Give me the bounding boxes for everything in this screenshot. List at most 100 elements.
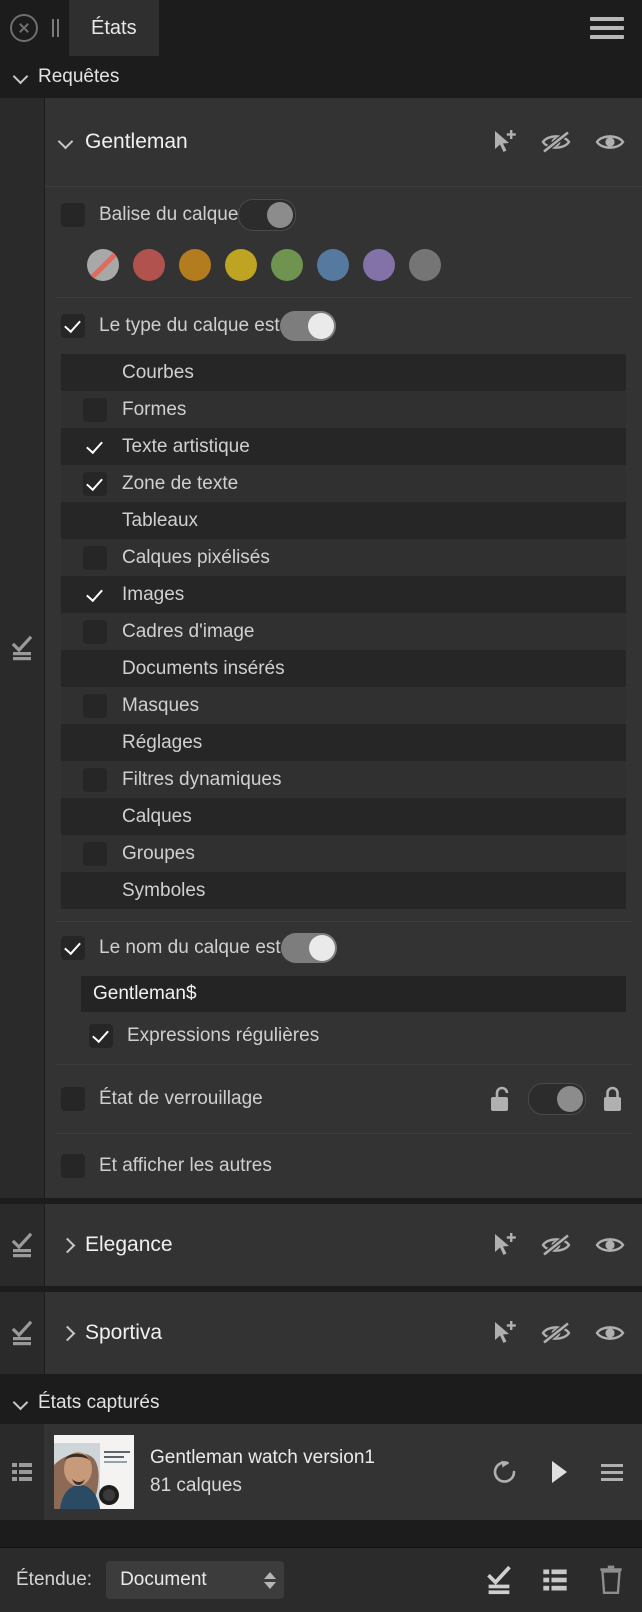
list-item[interactable]: Courbes (61, 354, 626, 391)
chevron-updown-icon[interactable] (264, 1571, 277, 1589)
swatch-red[interactable] (133, 249, 165, 281)
titlebar-left-controls (0, 0, 63, 56)
query-gutter-elegance[interactable] (0, 1204, 45, 1286)
menu-icon[interactable] (598, 1460, 626, 1484)
list-item[interactable]: Symboles (61, 872, 626, 909)
item-checkbox[interactable] (83, 878, 107, 903)
captured-state-subtitle: 81 calques (150, 1475, 242, 1496)
list-item[interactable]: Calques (61, 798, 626, 835)
list-item[interactable]: Zone de texte (61, 465, 626, 502)
captured-state-row[interactable]: Gentleman watch version1 81 calques (0, 1424, 642, 1520)
row-nom-du-calque: Le nom du calque est (45, 922, 642, 974)
unlock-icon[interactable] (488, 1085, 514, 1113)
lock-icon[interactable] (600, 1085, 626, 1113)
chevron-right-icon[interactable] (59, 1238, 73, 1252)
item-checkbox[interactable] (83, 471, 107, 496)
query-elegance: Elegance (0, 1204, 642, 1286)
afficher-autres-checkbox[interactable] (61, 1154, 85, 1178)
list-icon[interactable] (540, 1566, 570, 1594)
cursor-add-icon[interactable] (490, 128, 518, 156)
eye-visible-icon[interactable] (594, 1232, 626, 1258)
eye-hidden-icon[interactable] (540, 129, 572, 155)
item-checkbox[interactable] (83, 583, 107, 607)
panel-body: Gentleman Balise du calque Le type du ca… (0, 98, 642, 1547)
item-checkbox[interactable] (83, 508, 107, 533)
scope-label: Étendue: (16, 1569, 93, 1590)
titlebar-right-controls (590, 0, 642, 56)
swatch-purple[interactable] (363, 249, 395, 281)
nom-toggle[interactable] (280, 933, 337, 963)
pause-bars-icon[interactable] (48, 19, 63, 37)
balise-toggle[interactable] (238, 199, 297, 231)
scope-select[interactable]: Document (106, 1561, 285, 1599)
item-checkbox[interactable] (83, 767, 107, 792)
swatch-orange[interactable] (179, 249, 211, 281)
section-header-requetes[interactable]: Requêtes (0, 56, 642, 98)
list-icon (12, 1463, 32, 1481)
list-item[interactable]: Calques pixélisés (61, 539, 626, 576)
eye-hidden-icon[interactable] (540, 1320, 572, 1346)
row-etat-verrouillage: État de verrouillage (45, 1065, 642, 1133)
close-circle-icon[interactable] (10, 14, 38, 42)
query-header-icons (490, 128, 626, 156)
cursor-add-icon[interactable] (490, 1231, 518, 1259)
query-header-row[interactable]: Gentleman (45, 98, 642, 187)
restore-icon[interactable] (490, 1457, 520, 1487)
nom-checkbox[interactable] (61, 936, 85, 960)
layer-type-list: Courbes Formes Texte artistique Zone de … (61, 354, 626, 909)
item-checkbox[interactable] (83, 397, 107, 422)
query-gentleman-content: Gentleman Balise du calque Le type du ca… (45, 98, 642, 1198)
query-elegance-header[interactable]: Elegance (45, 1204, 642, 1286)
query-gutter-gentleman[interactable] (0, 98, 45, 1198)
item-checkbox[interactable] (83, 545, 107, 570)
item-checkbox[interactable] (83, 360, 107, 385)
list-item[interactable]: Formes (61, 391, 626, 428)
list-item[interactable]: Groupes (61, 835, 626, 872)
list-item[interactable]: Réglages (61, 724, 626, 761)
item-checkbox[interactable] (83, 435, 107, 459)
query-gutter-sportiva[interactable] (0, 1292, 45, 1374)
list-item[interactable]: Tableaux (61, 502, 626, 539)
list-item[interactable]: Images (61, 576, 626, 613)
balise-checkbox[interactable] (61, 203, 85, 227)
swatch-none[interactable] (87, 249, 119, 281)
chevron-down-icon[interactable] (59, 135, 73, 149)
play-icon[interactable] (546, 1458, 572, 1486)
item-checkbox[interactable] (83, 619, 107, 644)
captured-state-gutter[interactable] (0, 1424, 44, 1520)
verrouillage-toggle[interactable] (528, 1083, 586, 1115)
item-label: Réglages (122, 731, 203, 753)
list-item[interactable]: Cadres d'image (61, 613, 626, 650)
trash-icon[interactable] (596, 1564, 626, 1596)
tab-etats[interactable]: États (69, 0, 159, 56)
swatch-green[interactable] (271, 249, 303, 281)
list-item[interactable]: Filtres dynamiques (61, 761, 626, 798)
item-checkbox[interactable] (83, 730, 107, 755)
item-checkbox[interactable] (83, 693, 107, 718)
list-item[interactable]: Texte artistique (61, 428, 626, 465)
item-checkbox[interactable] (83, 841, 107, 866)
verrouillage-checkbox[interactable] (61, 1087, 85, 1111)
item-checkbox[interactable] (83, 804, 107, 829)
row-afficher-les-autres: Et afficher les autres (45, 1134, 642, 1198)
item-checkbox[interactable] (83, 656, 107, 681)
section-header-etats-captures[interactable]: États capturés (0, 1382, 642, 1424)
swatch-yellow[interactable] (225, 249, 257, 281)
apply-check-icon (11, 1232, 33, 1258)
layer-name-input[interactable]: Gentleman$ (81, 976, 626, 1012)
list-item[interactable]: Documents insérés (61, 650, 626, 687)
regex-checkbox[interactable] (89, 1024, 113, 1048)
eye-visible-icon[interactable] (594, 1320, 626, 1346)
eye-visible-icon[interactable] (594, 129, 626, 155)
type-checkbox[interactable] (61, 314, 85, 338)
apply-check-icon[interactable] (484, 1565, 514, 1595)
cursor-add-icon[interactable] (490, 1319, 518, 1347)
query-sportiva-header[interactable]: Sportiva (45, 1292, 642, 1374)
type-toggle[interactable] (279, 311, 336, 341)
eye-hidden-icon[interactable] (540, 1232, 572, 1258)
chevron-right-icon[interactable] (59, 1326, 73, 1340)
swatch-blue[interactable] (317, 249, 349, 281)
swatch-grey[interactable] (409, 249, 441, 281)
hamburger-menu-icon[interactable] (590, 17, 624, 39)
list-item[interactable]: Masques (61, 687, 626, 724)
